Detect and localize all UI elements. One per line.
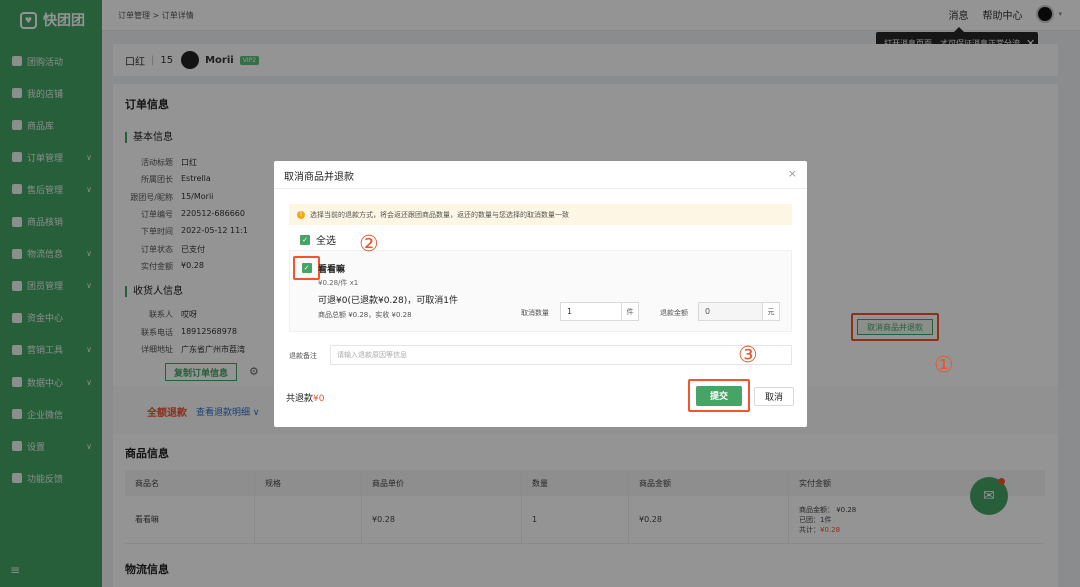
annotation-2: ② (359, 232, 379, 257)
item-total: 商品总额 ¥0.28，实收 ¥0.28 (318, 311, 412, 319)
warning-icon: ! (297, 210, 305, 219)
select-all-label: 全选 (316, 236, 336, 247)
qty-label: 取消数量 (521, 309, 549, 317)
submit-highlight: 提交 (688, 379, 750, 412)
item-checkbox-highlight: ✓ (293, 256, 320, 280)
qty-unit: 件 (621, 303, 638, 320)
warning-text: 选择当前的退款方式，将会返还跟团商品数量，返还的数量与您选择的取消数量一致 (310, 210, 569, 219)
total-refund-value: ¥0 (313, 394, 325, 404)
cancel-button[interactable]: 取消 (754, 387, 794, 406)
warning-banner: ! 选择当前的退款方式，将会返还跟团商品数量，返还的数量与您选择的取消数量一致 (289, 204, 792, 225)
amount-unit: 元 (762, 303, 779, 320)
item-price: ¥0.28/件 x1 (318, 279, 359, 287)
total-refund-label: 共退款 (286, 394, 314, 404)
item-checkbox[interactable]: ✓ (301, 263, 312, 273)
amount-value: 0 (705, 307, 711, 316)
total-refund: 共退款¥0 (286, 391, 324, 404)
select-all-checkbox[interactable]: ✓ (300, 234, 310, 245)
select-all[interactable]: ✓ 全选 (300, 232, 336, 247)
item-refundable: 可退¥0(已退款¥0.28)，可取消1件 (318, 296, 458, 306)
annotation-1: ① (934, 353, 954, 378)
submit-button[interactable]: 提交 (696, 385, 742, 406)
item-name: 看看嘛 (318, 265, 346, 275)
amount-label: 退款金额 (660, 309, 688, 317)
qty-input[interactable]: 1 件 (560, 302, 639, 321)
qty-value[interactable]: 1 (561, 307, 621, 316)
close-icon[interactable]: × (788, 167, 797, 180)
remark-label: 退款备注 (289, 352, 317, 360)
annotation-3: ③ (738, 343, 758, 368)
remark-input[interactable]: 请输入退款原因等信息 (330, 345, 792, 365)
modal-title: 取消商品并退款 (284, 172, 354, 183)
amount-input: 0 元 (698, 302, 780, 321)
cancel-refund-modal: 取消商品并退款 × ! 选择当前的退款方式，将会返还跟团商品数量，返还的数量与您… (274, 161, 807, 427)
